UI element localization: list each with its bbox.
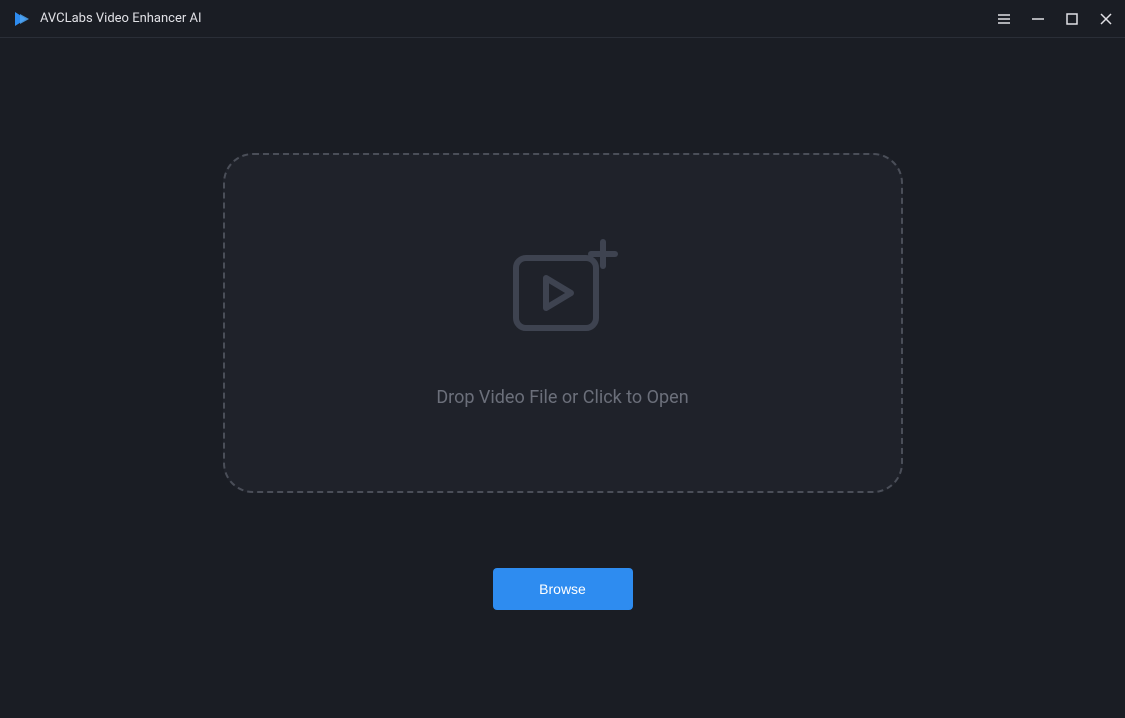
drop-zone[interactable]: Drop Video File or Click to Open — [223, 153, 903, 493]
browse-button[interactable]: Browse — [493, 568, 633, 610]
minimize-icon[interactable] — [1031, 12, 1045, 26]
menu-icon[interactable] — [997, 12, 1011, 26]
app-title: AVCLabs Video Enhancer AI — [40, 11, 202, 26]
content-area: Drop Video File or Click to Open Browse — [0, 38, 1125, 718]
titlebar: AVCLabs Video Enhancer AI — [0, 0, 1125, 38]
drop-zone-label: Drop Video File or Click to Open — [436, 387, 688, 408]
titlebar-left: AVCLabs Video Enhancer AI — [12, 9, 202, 29]
titlebar-right — [997, 12, 1113, 26]
close-icon[interactable] — [1099, 12, 1113, 26]
video-add-icon — [508, 238, 618, 342]
app-logo-icon — [12, 9, 32, 29]
browse-button-label: Browse — [539, 581, 586, 597]
maximize-icon[interactable] — [1065, 12, 1079, 26]
